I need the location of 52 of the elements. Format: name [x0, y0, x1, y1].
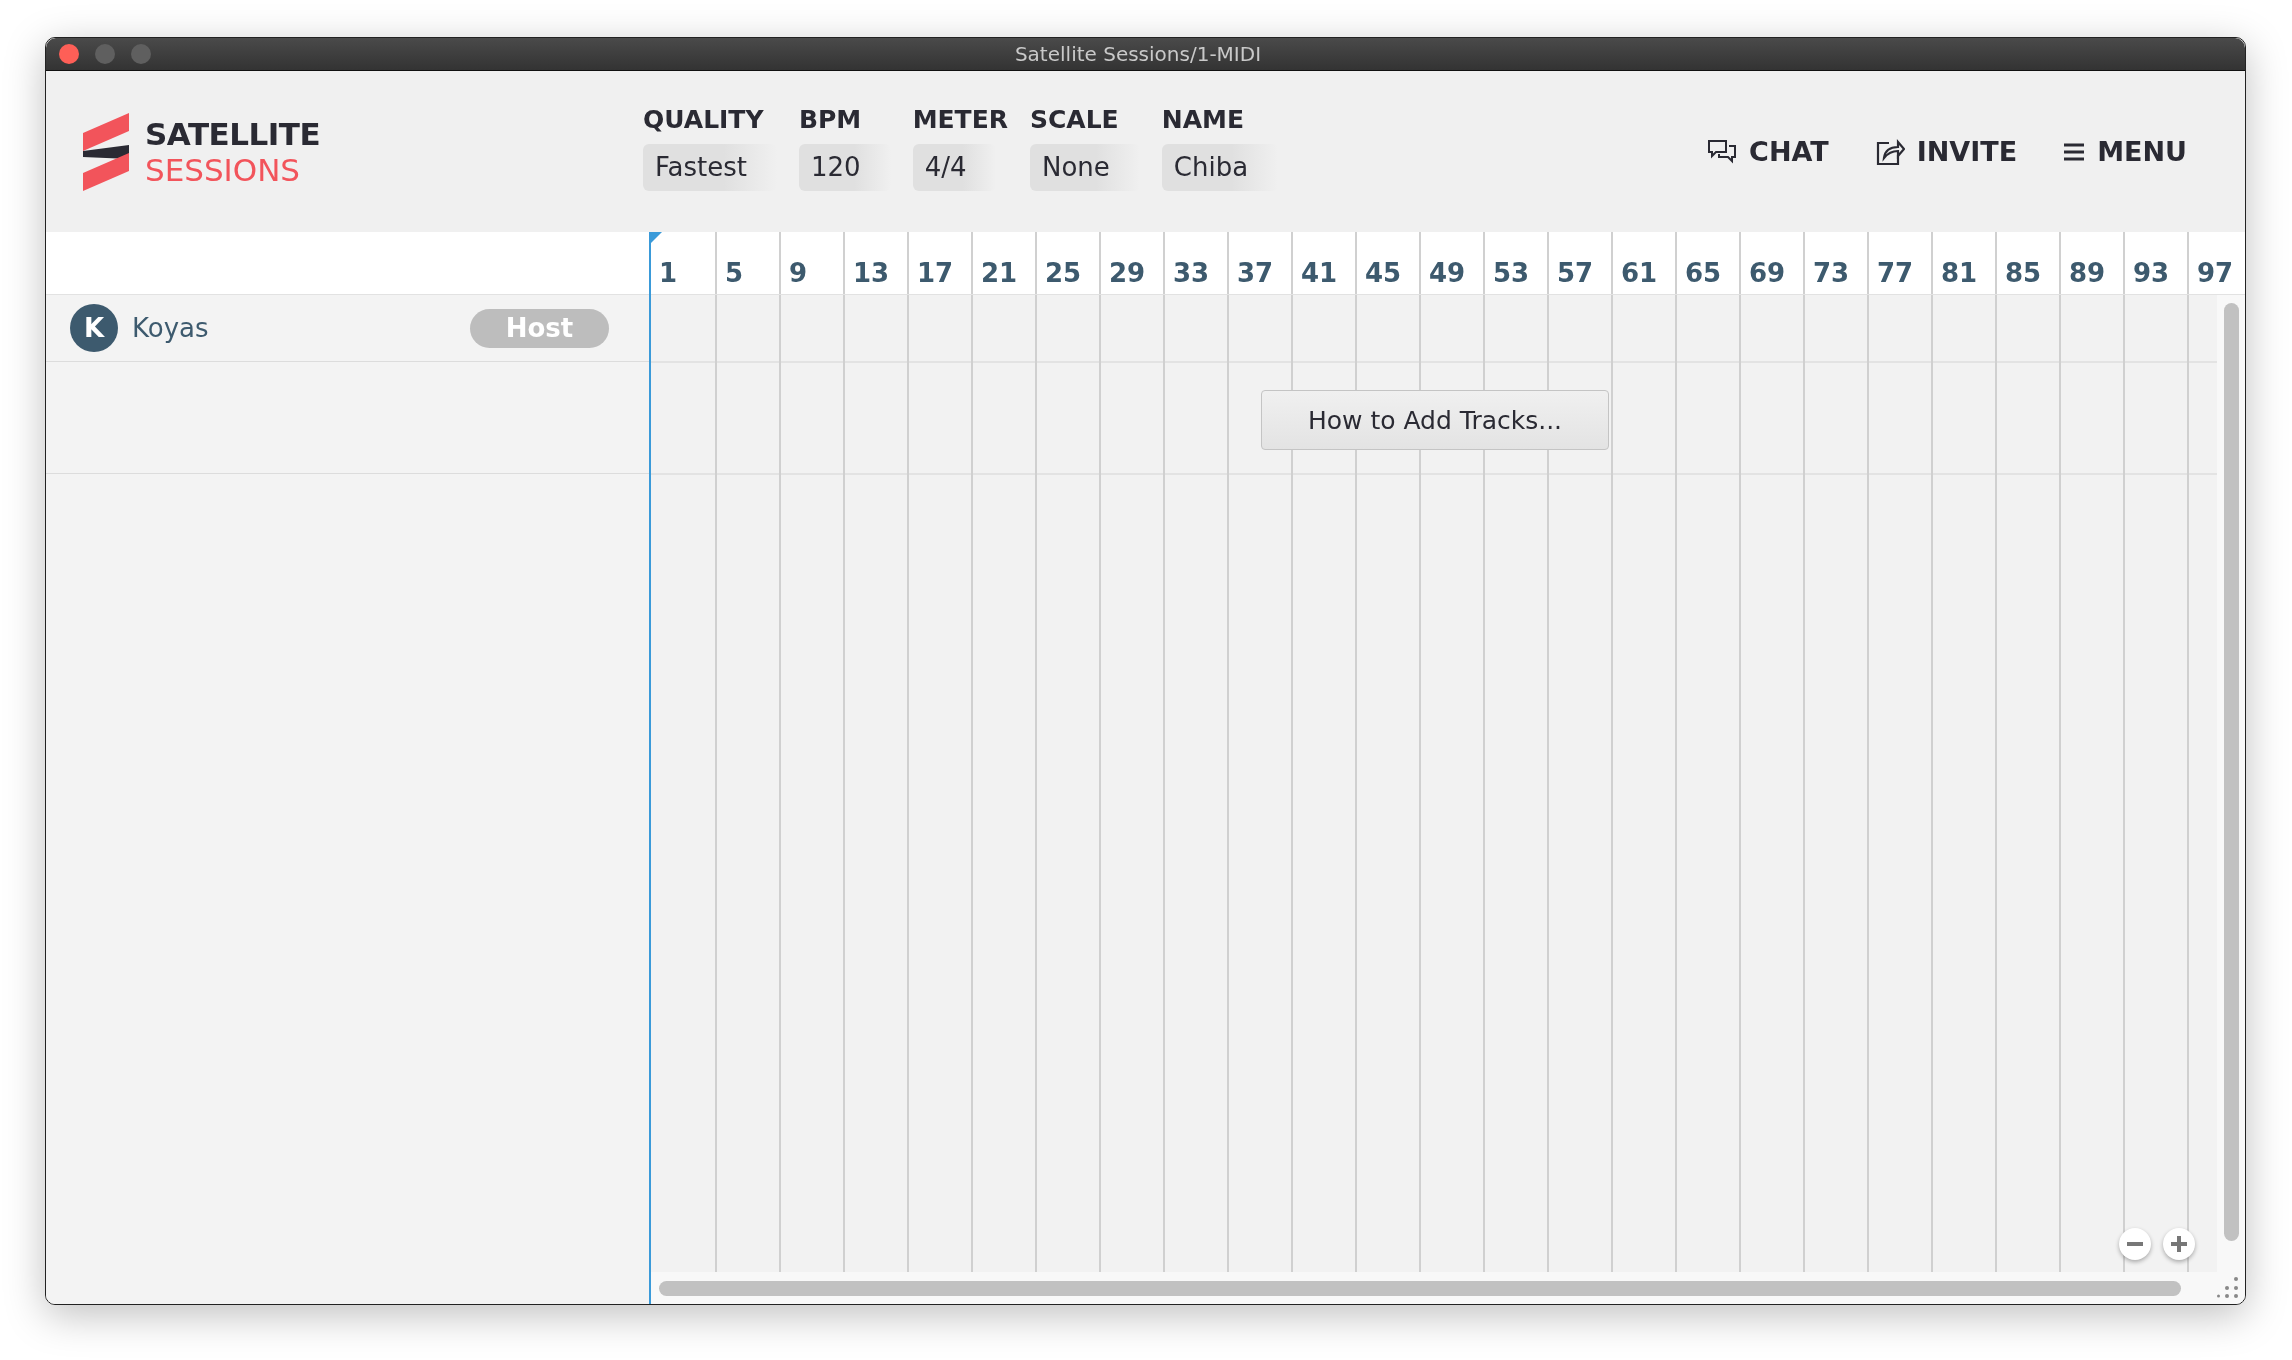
setting-label: QUALITY [643, 104, 765, 134]
logo-icon [81, 112, 131, 191]
bar-number: 97 [2197, 258, 2234, 288]
bar-number: 57 [1557, 258, 1594, 288]
bar-number: 21 [981, 258, 1018, 288]
bar-number: 77 [1877, 258, 1914, 288]
bar-number: 13 [853, 258, 890, 288]
chat-button[interactable]: CHAT [1707, 136, 1829, 167]
bar-number: 65 [1685, 258, 1722, 288]
bar-number: 93 [2133, 258, 2170, 288]
window-title: Satellite Sessions/1-MIDI [1013, 42, 1263, 66]
bar-number: 69 [1749, 258, 1786, 288]
logo-text: SESSIONS [145, 151, 302, 188]
bar-number: 81 [1941, 258, 1978, 288]
bar-number: 41 [1301, 258, 1338, 288]
invite-button[interactable]: INVITE [1874, 136, 2018, 167]
minimize-button[interactable] [95, 44, 115, 64]
bar-number: 45 [1365, 258, 1402, 288]
how-to-button[interactable]: How to Add Tracks... [1261, 390, 1609, 450]
bar-number: 61 [1621, 258, 1658, 288]
bar-number: 85 [2005, 258, 2042, 288]
resize-grip-icon[interactable] [2217, 1276, 2239, 1298]
setting-label: NAME [1161, 104, 1246, 134]
bar-number: 1 [659, 258, 678, 288]
setting-label: BPM [799, 104, 863, 134]
bar-number: 89 [2069, 258, 2106, 288]
bar-number: 49 [1429, 258, 1466, 288]
avatar: K [70, 304, 118, 352]
minus-icon [2127, 1242, 2143, 1246]
close-button[interactable] [59, 44, 79, 64]
plus-icon [2171, 1236, 2187, 1252]
menu-icon [2063, 141, 2086, 162]
setting-label: SCALE [1029, 104, 1120, 134]
zoom-button[interactable] [131, 44, 151, 64]
bar-number: 25 [1045, 258, 1082, 288]
logo-text: SATELLITE [145, 115, 321, 152]
bar-number: 33 [1173, 258, 1210, 288]
bar-number: 9 [789, 258, 808, 288]
playhead-marker[interactable] [650, 232, 662, 244]
bar-number: 5 [725, 258, 744, 288]
bar-number: 37 [1237, 258, 1274, 288]
menu-button[interactable]: MENU [2063, 136, 2187, 167]
setting-label: METER [912, 104, 1008, 134]
chat-icon [1707, 138, 1738, 165]
bar-number: 29 [1109, 258, 1146, 288]
bar-number: 73 [1813, 258, 1850, 288]
role-badge: Host [470, 308, 609, 348]
bar-number: 17 [917, 258, 954, 288]
horizontal-scrollbar[interactable] [659, 1280, 2181, 1296]
vertical-scrollbar[interactable] [2223, 303, 2239, 1241]
track-name: Koyas [132, 313, 209, 343]
bar-number: 53 [1493, 258, 1530, 288]
